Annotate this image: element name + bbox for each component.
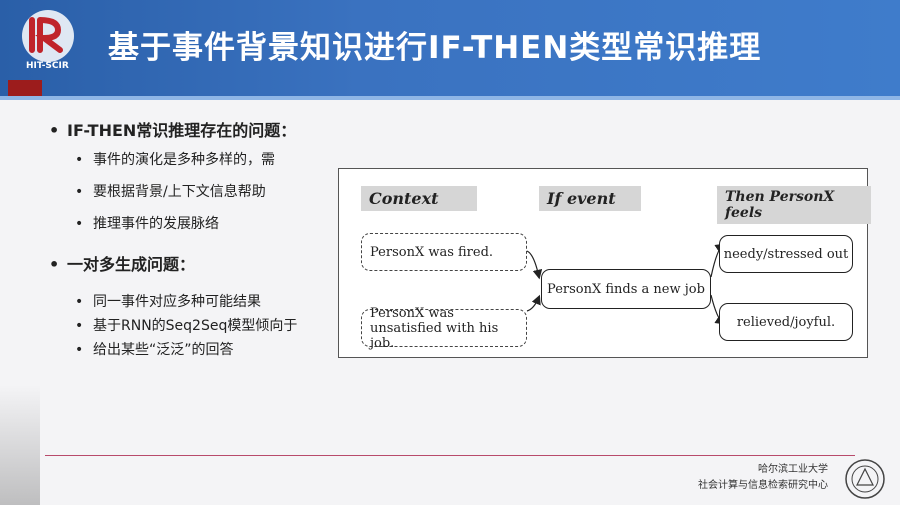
event-node: PersonX finds a new job xyxy=(541,269,711,309)
header-then: Then PersonX feels xyxy=(717,186,871,224)
footer-divider xyxy=(45,455,855,456)
university-seal-icon xyxy=(845,459,885,499)
footer-line-1: 哈尔滨工业大学 xyxy=(758,464,828,475)
bullet-item: 同一事件对应多种可能结果 xyxy=(45,290,335,314)
slide-title: 基于事件背景知识进行IF-THEN类型常识推理 xyxy=(108,30,762,66)
context-node: PersonX was fired. xyxy=(361,233,527,271)
result-node: needy/stressed out xyxy=(719,235,853,273)
logo-text: HIT-SCIR xyxy=(26,61,69,71)
bullet-item: 基于RNN的Seq2Seq模型倾向于 xyxy=(45,314,335,338)
corner-texture xyxy=(0,385,40,505)
if-then-diagram: Context If event Then PersonX feels Pers… xyxy=(338,168,871,358)
hit-scir-logo-icon: HIT-SCIR xyxy=(22,10,74,71)
title-bar-stripe xyxy=(0,96,900,100)
footer-line-2: 社会计算与信息检索研究中心 xyxy=(698,480,828,491)
bullet-item-cont: 给出某些“泛泛”的回答 xyxy=(45,338,335,362)
bullet-list: IF-THEN常识推理存在的问题： 事件的演化是多种多样的，需 要根据背景/上下… xyxy=(45,118,335,362)
header-if-event: If event xyxy=(539,186,641,211)
context-node: PersonX was unsatisfied with his job. xyxy=(361,306,527,351)
result-node: relieved/joyful. xyxy=(719,303,853,341)
footer-institution: 哈尔滨工业大学 社会计算与信息检索研究中心 xyxy=(698,462,828,494)
bullet-item: 事件的演化是多种多样的，需 xyxy=(45,144,335,176)
header-context: Context xyxy=(361,186,477,211)
bullet-item-cont: 推理事件的发展脉络 xyxy=(45,208,335,240)
accent-bar xyxy=(8,80,42,96)
bullet-item: IF-THEN常识推理存在的问题： xyxy=(45,118,335,144)
bullet-item: 一对多生成问题： xyxy=(45,252,335,278)
bullet-item-cont: 要根据背景/上下文信息帮助 xyxy=(45,176,335,208)
